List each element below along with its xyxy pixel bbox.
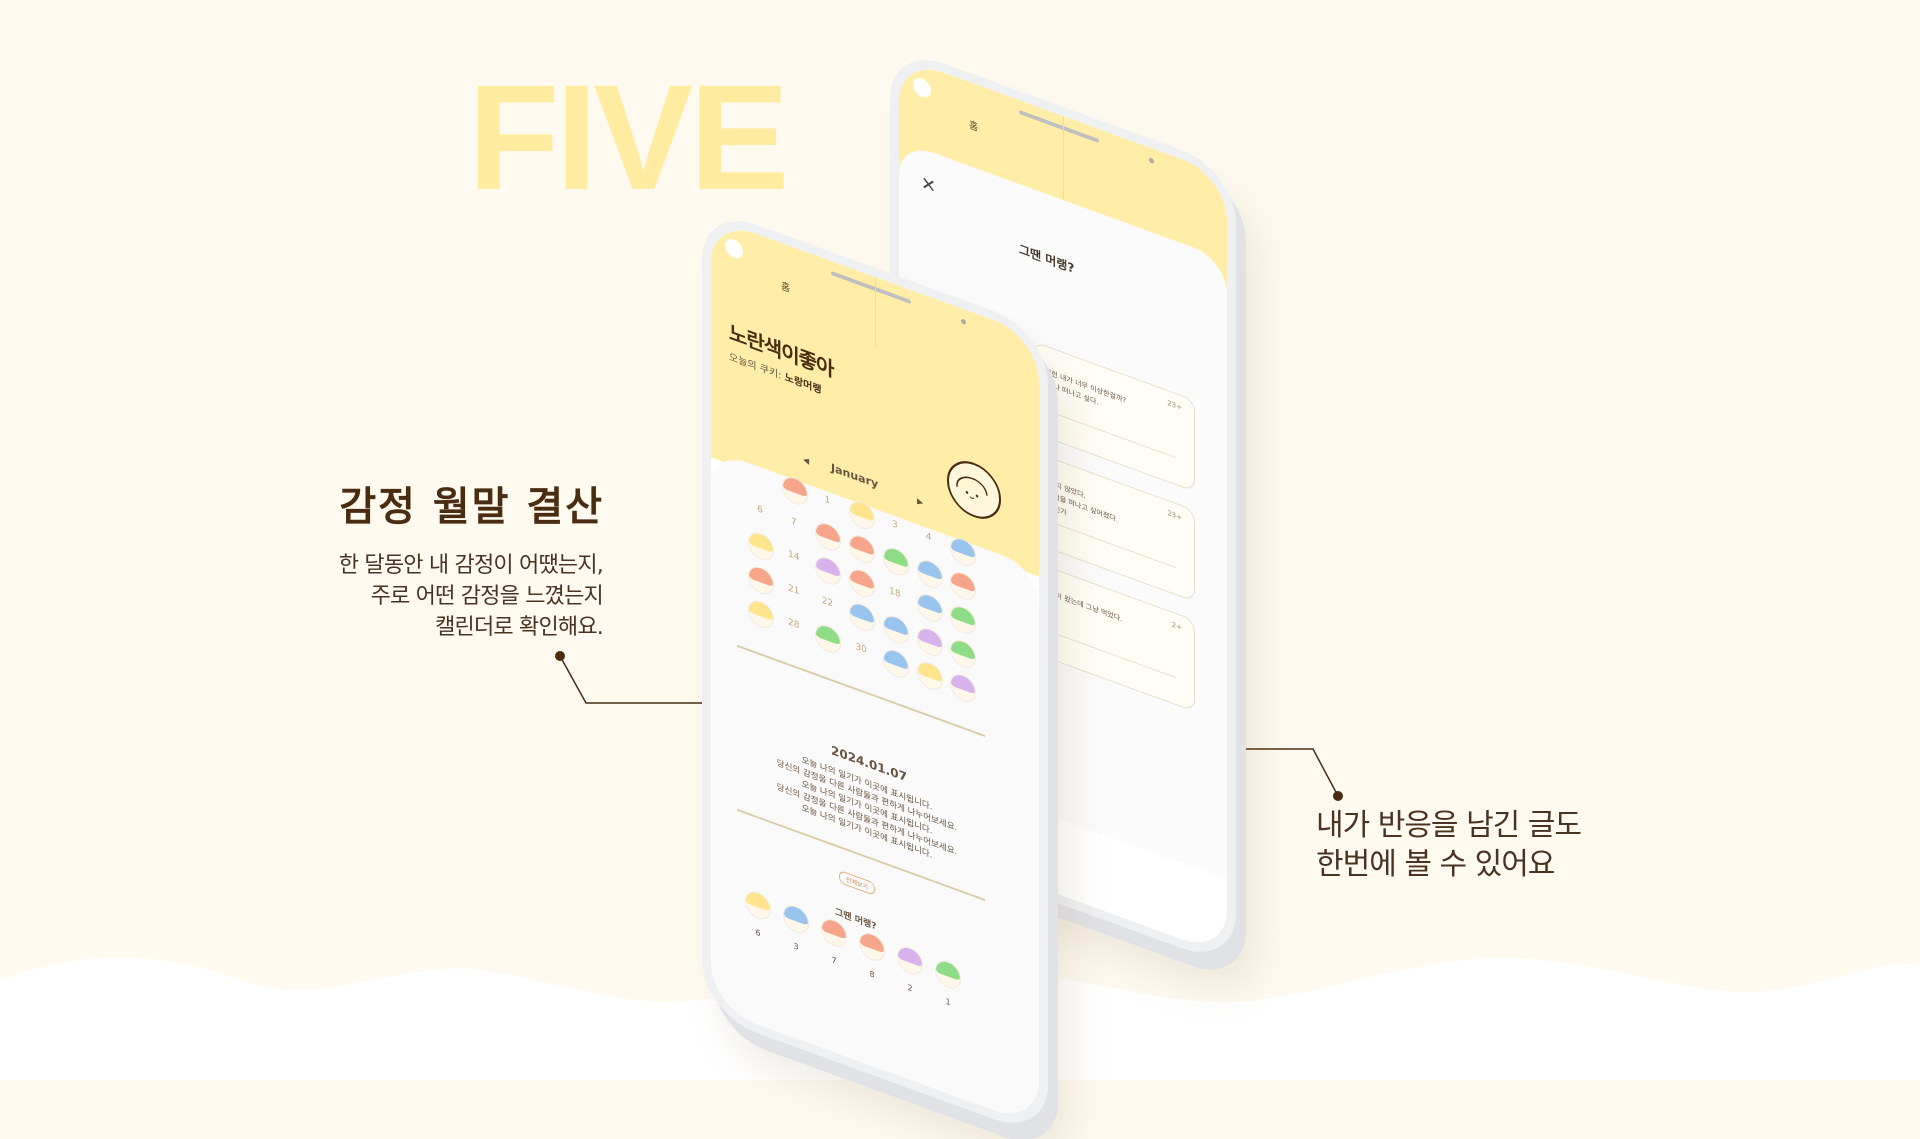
emotion-face-icon [950,636,977,672]
triangle-right-icon[interactable]: ▶ [917,496,923,507]
emotion-face-icon [950,568,977,604]
emotion-color [951,535,976,559]
emotion-color [883,613,908,637]
emotion-color [883,647,908,671]
phone-front: 홈 마이페이지 노란색이좋아 오늘의 쿠키: 노랑머랭 ◀ January ▶ … [702,205,1048,1139]
calendar-day-number: 1 [824,494,831,507]
leader-dot-right [1333,791,1343,801]
tab-home[interactable]: 홈 [781,277,790,295]
emotion-color [782,474,807,498]
emotion-face-icon [950,670,977,706]
camera-dot [1149,157,1154,165]
emotion-face-icon [950,602,977,638]
triangle-left-icon[interactable]: ◀ [803,455,809,466]
right-caption: 내가 반응을 남긴 글도 한번에 볼 수 있어요 [1316,806,1582,884]
emotion-color [850,600,875,625]
emotion-color [951,569,976,593]
status-dot [725,236,743,261]
speaker [1019,109,1099,144]
emotion-face-icon [748,562,774,599]
emotion-color [850,566,875,591]
emotion-color [850,532,875,557]
calendar-day-number: 7 [790,516,797,529]
emotion-color [917,591,942,615]
calendar-day-number: 14 [787,549,800,564]
reaction-count: 23+ [1167,398,1182,413]
status-dot [913,75,931,100]
emotion-face-icon [849,565,876,602]
emotion-face-icon [882,611,909,648]
emotion-color [749,598,773,622]
emotion-face-icon [882,645,909,682]
emotion-face-icon [849,531,876,568]
calendar-day-number: 22 [821,595,834,610]
emotion-color [917,659,942,683]
emotion-color [883,545,908,569]
section-number: FIVE [468,53,789,221]
emotion-face-icon [849,599,876,636]
reaction-count: 23+ [1167,508,1182,523]
calendar-day-number: 3 [892,519,898,532]
emotion-face-icon [815,519,842,555]
emotion-color [917,625,942,649]
emotion-face-icon [815,621,842,657]
emotion-face-icon [882,543,909,580]
leader-dot-left [555,651,565,661]
calendar-day-number: 4 [925,531,932,544]
emotion-color [816,622,841,646]
emotion-color [951,671,976,695]
description-line: 한 달동안 내 감정이 어땠는지, [338,553,604,578]
emotion-face-icon [950,534,977,570]
emotion-face-icon [849,497,876,534]
emotion-face-icon [748,528,774,565]
emotion-color [917,557,942,581]
camera-dot [961,318,966,326]
emotion-face-icon [916,624,943,660]
emotion-face-icon [916,556,943,592]
speaker [831,270,911,305]
description-line: 주로 어떤 감정을 느꼈는지 [370,584,604,609]
feature-title: 감정 월말 결산 [339,484,604,530]
calendar-day-number: 6 [757,504,763,517]
emotion-face-icon [916,658,943,694]
description-line: 캘린더로 확인해요. [435,615,604,640]
emotion-color [749,564,773,588]
feature-description: 한 달동안 내 감정이 어땠는지, 주로 어떤 감정을 느꼈는지 캘린더로 확인… [338,550,604,643]
emotion-face-icon [916,590,943,626]
emotion-face-icon [815,553,842,589]
calendar-day-number: 21 [787,583,800,598]
emotion-color [951,603,976,627]
emotion-color [816,520,841,544]
caption-line: 한번에 볼 수 있어요 [1316,847,1555,882]
calendar-day-number: 18 [889,586,901,601]
emotion-color [850,498,875,523]
emotion-color [951,637,976,661]
caption-line: 내가 반응을 남긴 글도 [1316,808,1582,843]
leader-line-left [559,655,706,704]
reaction-count: 2+ [1171,620,1182,633]
emotion-face-icon [781,473,808,509]
emotion-color [816,554,841,578]
emotion-face-icon [748,596,774,633]
calendar-day-number: 30 [855,641,867,657]
tab-home[interactable]: 홈 [969,116,978,134]
emotion-color [749,530,773,554]
calendar-day-number: 28 [787,617,800,632]
